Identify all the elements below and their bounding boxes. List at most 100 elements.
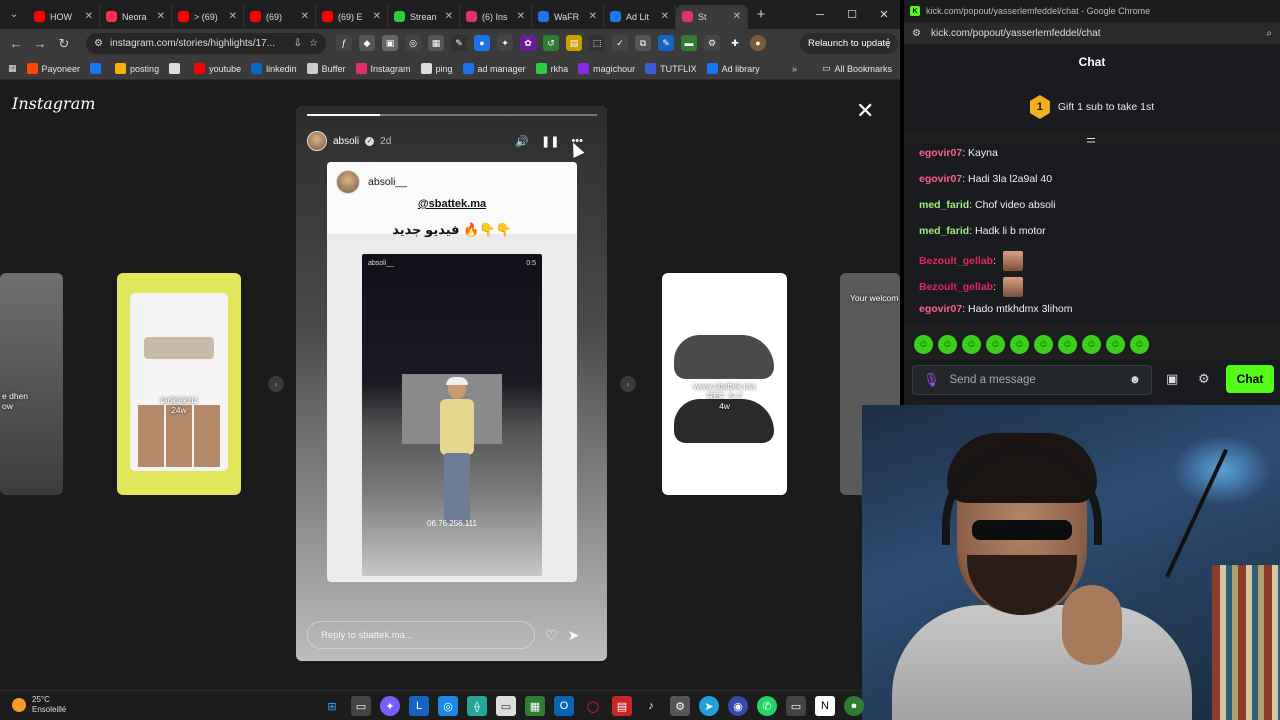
telegram-icon[interactable]: ➤ [699,696,719,716]
emote-icon[interactable]: ☺ [938,335,957,354]
zoom-icon[interactable]: ⌕ [1266,28,1272,39]
pause-icon[interactable]: ❚❚ [541,135,559,148]
mention-sticker[interactable]: @sbattek.ma [327,198,577,210]
app-icon[interactable]: ▭ [786,696,806,716]
emote-icon[interactable]: ☺ [1106,335,1125,354]
previous-story-icon[interactable]: ‹ [268,376,284,392]
emoji-picker-icon[interactable]: ☻ [1129,374,1141,386]
kick-address-bar[interactable]: ⚙ kick.com/popout/yasserlemfeddel/chat ⌕ [904,22,1280,44]
story-preview-card[interactable]: tarikiakziz 24w [117,273,241,495]
emote-icon[interactable]: ☺ [1130,335,1149,354]
bookmark-item[interactable]: magichour [578,63,635,74]
bookmark-star-icon[interactable]: ☆ [309,38,318,49]
chat-username[interactable]: med_farid [919,225,969,237]
extension-icon[interactable]: ▬ [681,35,697,51]
emote-icon[interactable]: ☺ [1034,335,1053,354]
tab-close-icon[interactable]: ✕ [517,11,525,22]
like-heart-icon[interactable]: ♡ [545,627,558,644]
close-window-icon[interactable]: ✕ [868,0,900,29]
emote-icon[interactable]: ☺ [1058,335,1077,354]
chat-username[interactable]: med_farid [919,199,969,211]
browser-tab[interactable]: St ✕ [676,4,748,29]
bookmark-item[interactable]: ad manager [462,63,526,74]
extension-icon[interactable]: ◎ [405,35,421,51]
emote-icon[interactable]: ☺ [1082,335,1101,354]
windows-start-icon[interactable]: ⊞ [322,696,342,716]
emote-icon[interactable]: ☺ [914,335,933,354]
bookmark-item[interactable]: Payoneer [26,63,80,74]
bookmark-item[interactable]: rkha [535,63,568,74]
extension-icon[interactable]: ● [474,35,490,51]
all-bookmarks-button[interactable]: ▭ All Bookmarks [822,63,892,74]
browser-tab[interactable]: (6) Ins ✕ [460,4,532,29]
tab-close-icon[interactable]: ✕ [733,11,741,22]
opera-icon[interactable]: ◯ [583,696,603,716]
extension-icon[interactable]: ✎ [658,35,674,51]
browser-tab[interactable]: (69) ✕ [244,4,316,29]
chat-message[interactable]: med_farid: Chof video absoli [919,199,1056,211]
volume-icon[interactable]: 🔊 [515,135,529,148]
copilot-icon[interactable]: ✦ [380,696,400,716]
app-icon[interactable]: ▦ [525,696,545,716]
tab-search-icon[interactable]: ⌄ [0,0,28,29]
app-icon[interactable]: ▤ [612,696,632,716]
extension-icon[interactable]: ▦ [428,35,444,51]
tiktok-icon[interactable]: ♪ [641,696,661,716]
back-icon[interactable]: ← [4,32,28,56]
bookmark-item[interactable]: Instagram [355,63,411,74]
extension-icon[interactable]: ↺ [543,35,559,51]
browser-tab[interactable]: Strean ✕ [388,4,460,29]
tab-close-icon[interactable]: ✕ [157,11,165,22]
bookmark-item[interactable]: ping [420,63,453,74]
chat-message[interactable]: egovir07: Hado mtkhdmx 3lihom [919,303,1073,315]
browser-tab[interactable]: (69) E ✕ [316,4,388,29]
extension-icon[interactable]: ⬚ [589,35,605,51]
chat-message[interactable]: egovir07: Kayna [919,147,998,159]
app-icon[interactable]: ◉ [728,696,748,716]
emote-icon[interactable]: ☺ [986,335,1005,354]
chat-message[interactable]: Bezoult_gellab: [919,277,1023,297]
browser-tab[interactable]: Ad Lit ✕ [604,4,676,29]
chat-message[interactable]: Bezoult_gellab: [919,251,1023,271]
extension-icon[interactable]: ⚙ [704,35,720,51]
tab-close-icon[interactable]: ✕ [85,11,93,22]
chat-message[interactable]: med_farid: Hadk li b motor [919,225,1046,237]
minimize-icon[interactable]: ─ [804,0,836,29]
app-icon[interactable]: ◎ [438,696,458,716]
tab-close-icon[interactable]: ✕ [373,11,381,22]
reload-icon[interactable]: ↻ [52,32,76,56]
chat-message[interactable]: egovir07: Hadi 3la l2a9al 40 [919,173,1052,185]
browser-tab[interactable]: Neora ✕ [100,4,172,29]
outlook-icon[interactable]: O [554,696,574,716]
browser-tab[interactable]: > (69) ✕ [172,4,244,29]
bookmark-item[interactable]: Ad library [706,63,760,74]
new-tab-icon[interactable]: + [748,6,774,23]
bookmark-item[interactable]: posting [115,63,159,74]
avatar[interactable] [307,131,327,151]
apps-icon[interactable]: ▦ [8,63,17,74]
browser-tab[interactable]: WaFR ✕ [532,4,604,29]
app-icon[interactable]: ⟠ [467,696,487,716]
instagram-logo[interactable]: Instagram [12,94,95,113]
forward-icon[interactable]: → [28,32,52,56]
weather-widget[interactable]: 25°C Ensoleillé [12,695,66,715]
bookmark-item[interactable]: TUTFLIX [645,63,697,74]
bookmark-item[interactable]: linkedin [251,63,297,74]
tab-close-icon[interactable]: ✕ [445,11,453,22]
chat-username[interactable]: Bezoult_gellab [919,281,993,293]
gift-icon[interactable]: ▣ [1166,371,1178,387]
app-icon[interactable]: ⚙ [670,696,690,716]
gift-sub-banner[interactable]: 1 Gift 1 sub to take 1st [904,80,1280,134]
profile-avatar[interactable]: ● [750,35,766,51]
chat-username[interactable]: egovir07 [919,173,962,185]
extension-icon[interactable]: ✿ [520,35,536,51]
tab-close-icon[interactable]: ✕ [661,11,669,22]
next-story-icon[interactable]: › [620,376,636,392]
emote-icon[interactable]: ☺ [962,335,981,354]
site-info-icon[interactable]: ⚙ [94,38,103,49]
tab-close-icon[interactable]: ✕ [589,11,597,22]
extension-icon[interactable]: ▣ [382,35,398,51]
bookmark-item[interactable] [169,63,184,74]
chat-username[interactable]: egovir07 [919,303,962,315]
app-icon[interactable]: L [409,696,429,716]
